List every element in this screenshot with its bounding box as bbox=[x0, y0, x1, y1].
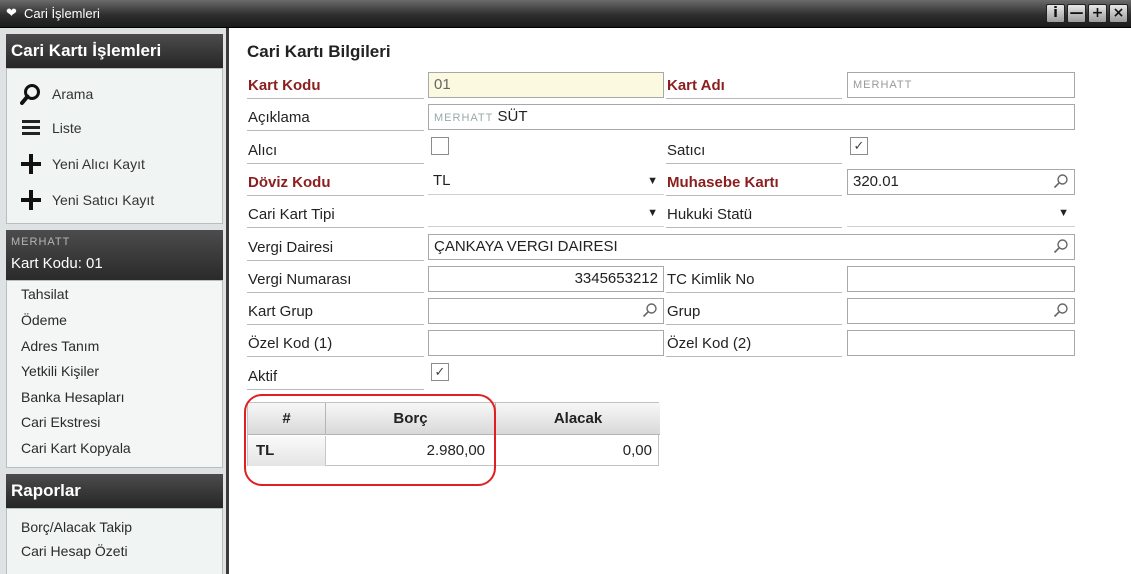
link-tahsilat[interactable]: Tahsilat bbox=[21, 286, 68, 302]
lookup-search-icon[interactable] bbox=[1053, 302, 1069, 326]
reports-title: Raporlar bbox=[6, 474, 223, 508]
link-cari-kart-kopyala[interactable]: Cari Kart Kopyala bbox=[21, 440, 131, 456]
link-adres-tanim[interactable]: Adres Tanım bbox=[21, 338, 99, 354]
nav-new-buyer-label: Yeni Alıcı Kayıt bbox=[52, 156, 145, 172]
lookup-search-icon[interactable] bbox=[1053, 238, 1069, 262]
kart-adi-label: Kart Adı bbox=[666, 75, 842, 99]
kart-adi-field[interactable]: MERHATT bbox=[847, 72, 1075, 98]
card-links: Tahsilat Ödeme Adres Tanım Yetkili Kişil… bbox=[6, 280, 223, 468]
grup-field[interactable] bbox=[847, 298, 1075, 324]
hukuki-statu-label: Hukuki Statü bbox=[666, 204, 842, 228]
lookup-search-icon[interactable] bbox=[642, 302, 658, 326]
card-name-redacted: MERHATT bbox=[11, 236, 71, 248]
info-icon[interactable]: i bbox=[1046, 4, 1065, 23]
kart-grup-label: Kart Grup bbox=[247, 301, 424, 325]
maximize-icon[interactable]: + bbox=[1088, 4, 1107, 23]
add-icon bbox=[19, 152, 43, 176]
satici-label: Satıcı bbox=[666, 140, 842, 164]
doviz-kodu-value: TL bbox=[433, 172, 451, 189]
doviz-kodu-select[interactable]: TL ▼ bbox=[428, 169, 664, 195]
ozel-kod-1-field[interactable] bbox=[428, 330, 664, 356]
muhasebe-karti-value: 320.01 bbox=[853, 173, 899, 190]
vergi-numarasi-label: Vergi Numarası bbox=[247, 269, 424, 293]
nav-search[interactable]: Arama bbox=[19, 79, 93, 109]
hukuki-statu-select[interactable]: ▼ bbox=[847, 201, 1075, 227]
cari-kart-tipi-label: Cari Kart Tipi bbox=[247, 204, 424, 228]
ozel-kod-2-field[interactable] bbox=[847, 330, 1075, 356]
link-odeme[interactable]: Ödeme bbox=[21, 312, 67, 328]
grup-label: Grup bbox=[666, 301, 842, 325]
vergi-dairesi-field[interactable]: ÇANKAYA VERGI DAIRESI bbox=[428, 234, 1075, 260]
page-title: Cari Kartı Bilgileri bbox=[247, 42, 391, 61]
grid-row-alacak: 0,00 bbox=[622, 442, 652, 459]
dropdown-arrow-icon: ▼ bbox=[647, 175, 658, 187]
ozel-kod-1-label: Özel Kod (1) bbox=[247, 333, 424, 357]
link-yetkili-kisiler[interactable]: Yetkili Kişiler bbox=[21, 363, 99, 379]
tc-kimlik-no-field[interactable] bbox=[847, 266, 1075, 292]
cari-kart-tipi-select[interactable]: ▼ bbox=[428, 201, 664, 227]
dropdown-arrow-icon: ▼ bbox=[1058, 207, 1069, 219]
window-controls: i — + × bbox=[1046, 4, 1128, 23]
kart-kodu-field[interactable]: 01 bbox=[428, 72, 664, 98]
minimize-icon[interactable]: — bbox=[1067, 4, 1086, 23]
nav-list[interactable]: Liste bbox=[19, 113, 82, 143]
grid-header-alacak[interactable]: Alacak bbox=[496, 403, 660, 435]
vergi-numarasi-field[interactable]: 3345653212 bbox=[428, 266, 664, 292]
link-banka-hesaplari[interactable]: Banka Hesapları bbox=[21, 389, 125, 405]
aktif-label: Aktif bbox=[247, 366, 424, 390]
list-icon bbox=[19, 116, 43, 140]
nav-new-seller[interactable]: Yeni Satıcı Kayıt bbox=[19, 185, 154, 215]
card-code: Kart Kodu: 01 bbox=[11, 255, 103, 272]
nav-list-label: Liste bbox=[52, 120, 82, 136]
link-cari-ekstresi[interactable]: Cari Ekstresi bbox=[21, 414, 100, 430]
satici-checkbox[interactable]: ✓ bbox=[850, 137, 868, 155]
doviz-kodu-label: Döviz Kodu bbox=[247, 172, 424, 196]
alici-checkbox[interactable] bbox=[431, 137, 449, 155]
main-content: Cari Kartı Bilgileri Kart Kodu 01 Kart A… bbox=[232, 28, 1131, 574]
highlight-annotation bbox=[244, 394, 496, 486]
vergi-dairesi-value: ÇANKAYA VERGI DAIRESI bbox=[434, 238, 618, 255]
heart-wings-icon: ❤ bbox=[6, 5, 17, 20]
aciklama-label: Açıklama bbox=[247, 107, 424, 131]
alici-label: Alıcı bbox=[247, 140, 424, 164]
dropdown-arrow-icon: ▼ bbox=[647, 207, 658, 219]
nav-search-label: Arama bbox=[52, 86, 94, 102]
window-titlebar: ❤ Cari İşlemleri i — + × bbox=[0, 0, 1131, 28]
aciklama-field[interactable]: MERHATT SÜT bbox=[428, 104, 1075, 130]
reports-panel: Borç/Alacak Takip Cari Hesap Özeti bbox=[6, 508, 223, 574]
sidebar: Cari Kartı İşlemleri Arama Liste Yeni Al… bbox=[0, 28, 229, 574]
nav-new-buyer[interactable]: Yeni Alıcı Kayıt bbox=[19, 149, 145, 179]
aktif-checkbox[interactable]: ✓ bbox=[431, 363, 449, 381]
vergi-dairesi-label: Vergi Dairesi bbox=[247, 237, 424, 261]
card-header: MERHATT Kart Kodu: 01 bbox=[6, 230, 223, 280]
muhasebe-karti-field[interactable]: 320.01 bbox=[847, 169, 1075, 195]
aciklama-redacted: MERHATT bbox=[434, 112, 494, 124]
nav-new-seller-label: Yeni Satıcı Kayıt bbox=[52, 192, 155, 208]
lookup-search-icon[interactable] bbox=[1053, 173, 1069, 197]
panel-title: Cari Kartı İşlemleri bbox=[6, 34, 223, 68]
kart-kodu-label: Kart Kodu bbox=[247, 75, 424, 99]
muhasebe-karti-label: Muhasebe Kartı bbox=[666, 172, 842, 196]
search-icon bbox=[19, 82, 43, 106]
window-title: Cari İşlemleri bbox=[24, 6, 100, 21]
report-cari-hesap-ozeti[interactable]: Cari Hesap Özeti bbox=[21, 543, 128, 559]
kart-grup-field[interactable] bbox=[428, 298, 664, 324]
report-borc-alacak[interactable]: Borç/Alacak Takip bbox=[21, 519, 132, 535]
actions-panel: Arama Liste Yeni Alıcı Kayıt Yeni Satıcı… bbox=[6, 68, 223, 224]
add-icon bbox=[19, 188, 43, 212]
tc-kimlik-no-label: TC Kimlik No bbox=[666, 269, 842, 293]
close-icon[interactable]: × bbox=[1109, 4, 1128, 23]
aciklama-value: SÜT bbox=[497, 108, 528, 125]
ozel-kod-2-label: Özel Kod (2) bbox=[666, 333, 842, 357]
